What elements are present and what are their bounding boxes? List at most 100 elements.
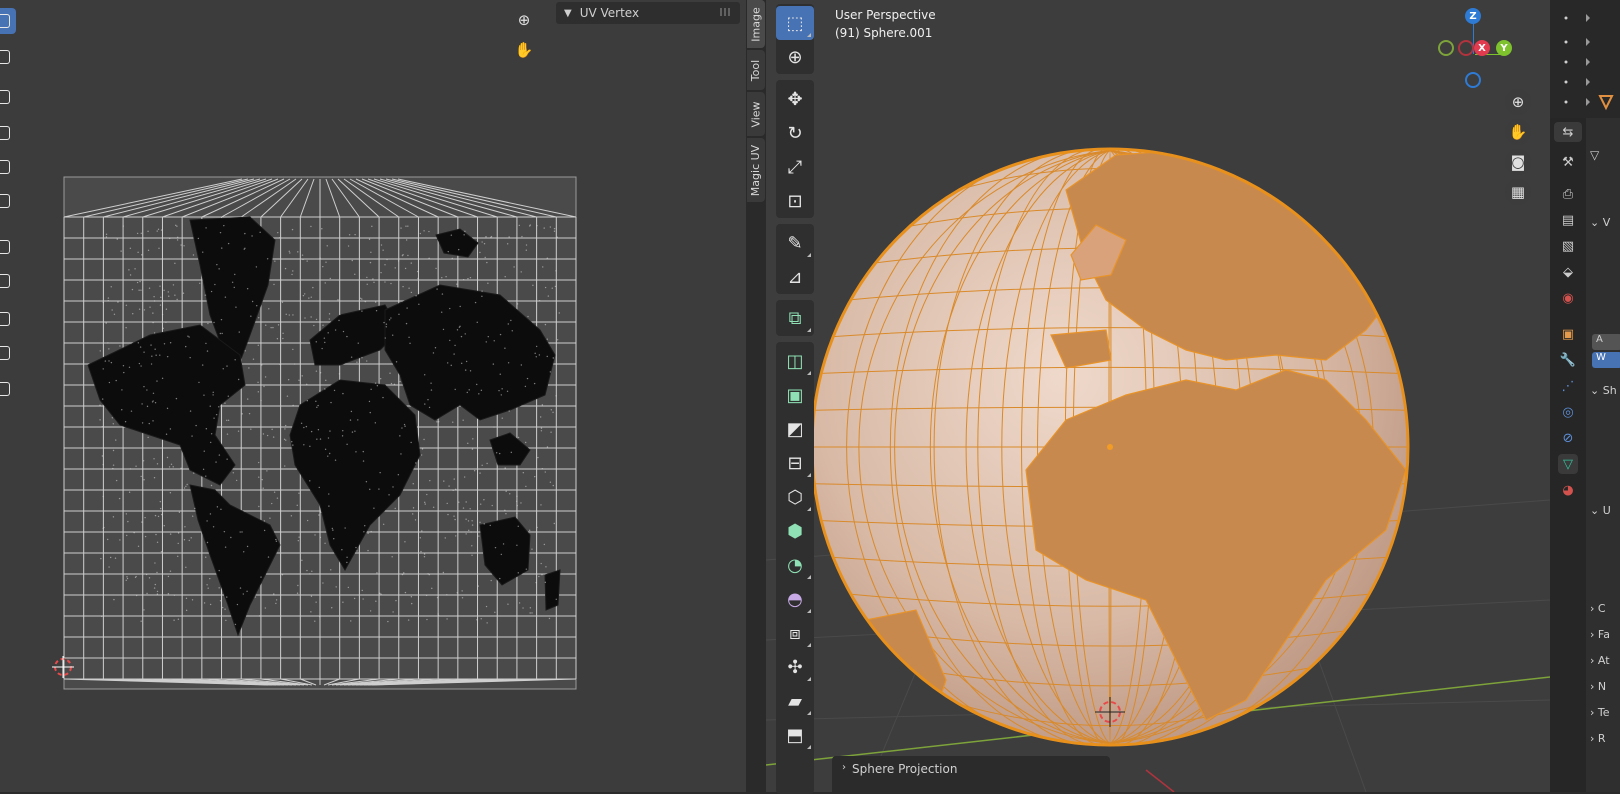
world-tab-icon[interactable]: ◉ <box>1558 288 1578 308</box>
move-tool[interactable] <box>0 84 16 110</box>
hand-icon[interactable]: ✋ <box>511 37 537 63</box>
camera-icon[interactable]: ◙ <box>1505 149 1531 175</box>
select-box-tool[interactable]: ⬚ <box>776 6 814 40</box>
rip-region-tool[interactable]: ⬒ <box>776 718 814 752</box>
uv-new-zealand <box>544 569 561 611</box>
section-shape-keys[interactable]: ⌄ Sh <box>1590 384 1617 397</box>
poly-build-tool[interactable]: ⬢ <box>776 514 814 548</box>
add-button[interactable]: A <box>1592 334 1620 350</box>
chevron-right-icon: › <box>1590 706 1598 719</box>
constraints-tab-icon[interactable]: ⊘ <box>1558 428 1578 448</box>
tab-tool-label: Tool <box>749 59 763 81</box>
particles-tab-icon[interactable]: ⋰ <box>1558 376 1578 396</box>
editor-type-icon[interactable]: ⇆ <box>1554 122 1582 142</box>
scene-tab-icon[interactable]: ⬙ <box>1558 262 1578 282</box>
measure-tool[interactable]: ⊿ <box>776 260 814 294</box>
tab-view[interactable]: View <box>747 92 765 136</box>
uv-2d-cursor-icon[interactable] <box>52 656 74 678</box>
grid-icon[interactable]: ▦ <box>1505 179 1531 205</box>
gizmo-neg-y-icon[interactable] <box>1438 40 1454 56</box>
last-operator-title: Sphere Projection <box>852 762 958 776</box>
drag-grip-icon[interactable] <box>720 8 732 16</box>
extrude-tool[interactable]: ◫ <box>776 344 814 378</box>
bevel-tool[interactable]: ◩ <box>776 412 814 446</box>
shear-tool[interactable]: ▰ <box>776 684 814 718</box>
render-tab-icon[interactable]: ⎙ <box>1558 184 1578 204</box>
gizmo-neg-x-icon[interactable] <box>1458 40 1474 56</box>
section-label: C <box>1597 602 1606 615</box>
gizmo-y-icon[interactable]: Y <box>1496 40 1512 56</box>
section-uv-maps[interactable]: ⌄ U <box>1590 504 1611 517</box>
viewport-scene <box>766 147 1550 792</box>
smooth-tool[interactable]: ◓ <box>776 582 814 616</box>
chevron-down-icon: ⌄ <box>1590 216 1603 229</box>
navigation-gizmo[interactable]: Z X Y <box>1434 8 1514 88</box>
tab-magic-uv[interactable]: Magic UV <box>747 138 765 202</box>
rip-tool[interactable] <box>0 376 16 402</box>
3d-viewport[interactable]: User Perspective (91) Sphere.001 Z X Y ⊕… <box>766 0 1550 792</box>
chevron-right-icon: › <box>1590 680 1598 693</box>
output-tab-icon[interactable]: ▤ <box>1558 210 1578 230</box>
inset-tool[interactable]: ▣ <box>776 378 814 412</box>
knife-tool[interactable]: ⬡ <box>776 480 814 514</box>
transform-tool[interactable] <box>0 188 16 214</box>
transform-tool[interactable]: ⊡ <box>776 184 814 218</box>
section-remesh[interactable]: › R <box>1590 732 1606 745</box>
chevron-down-icon: ⌄ <box>1590 384 1603 397</box>
zoom-icon[interactable]: ⊕ <box>1505 89 1531 115</box>
mesh-data-tab-icon[interactable]: ▽ <box>1558 454 1578 474</box>
section-face-maps[interactable]: › Fa <box>1590 628 1610 641</box>
grab-tool[interactable] <box>0 268 16 294</box>
cursor-tool[interactable] <box>0 44 16 70</box>
select-box-tool[interactable] <box>0 8 16 34</box>
gizmo-x-icon[interactable]: X <box>1474 40 1490 56</box>
rotate-tool[interactable]: ↻ <box>776 116 814 150</box>
hand-icon[interactable]: ✋ <box>1505 119 1531 145</box>
rotate-tool[interactable] <box>0 120 16 146</box>
view-layer-tab-icon[interactable]: ▧ <box>1558 236 1578 256</box>
gizmo-z-icon[interactable]: Z <box>1465 8 1481 24</box>
scale-tool[interactable] <box>0 154 16 180</box>
object-tab-icon[interactable]: ▣ <box>1558 324 1578 344</box>
uv-map-canvas[interactable] <box>40 165 600 705</box>
spin-tool[interactable]: ◔ <box>776 548 814 582</box>
add-cube-tool[interactable]: ⧉ <box>776 301 814 335</box>
section-color-attributes[interactable]: › C <box>1590 602 1606 615</box>
outliner[interactable] <box>1550 0 1620 118</box>
section-texture-space[interactable]: › Te <box>1590 706 1610 719</box>
relax-tool[interactable] <box>0 306 16 332</box>
physics-tab-icon[interactable]: ◎ <box>1558 402 1578 422</box>
edge-slide-tool[interactable]: ⧈ <box>776 616 814 650</box>
properties-panel: ▽ ⌄ V A W ⌄ Sh ⌄ U › C › Fa › At › N › T… <box>1586 118 1620 792</box>
section-vertex-groups[interactable]: ⌄ V <box>1590 216 1610 229</box>
loop-cut-tool[interactable]: ⊟ <box>776 446 814 480</box>
gizmo-neg-z-icon[interactable] <box>1465 72 1481 88</box>
last-operator-panel[interactable]: › Sphere Projection <box>832 756 1110 792</box>
tab-image-label: Image <box>749 6 763 42</box>
scale-tool[interactable]: ⤢ <box>776 150 814 184</box>
sidebar-tabs: Image Tool View Magic UV <box>746 0 766 792</box>
section-normals[interactable]: › N <box>1590 680 1606 693</box>
section-attributes[interactable]: › At <box>1590 654 1610 667</box>
uv-vertex-panel[interactable]: ▼ UV Vertex <box>556 2 740 24</box>
material-tab-icon[interactable]: ◕ <box>1558 480 1578 500</box>
move-tool[interactable]: ✥ <box>776 82 814 116</box>
tab-tool[interactable]: Tool <box>747 50 765 90</box>
modifiers-tab-icon[interactable]: 🔧 <box>1558 350 1578 370</box>
mesh-icon[interactable]: ▽ <box>1590 148 1599 162</box>
viewport-info: User Perspective (91) Sphere.001 <box>835 6 936 42</box>
tab-view-label: View <box>749 100 763 128</box>
active-button[interactable]: W <box>1592 352 1620 368</box>
object-origin <box>1107 444 1113 450</box>
annotate-tool[interactable] <box>0 234 16 260</box>
uv-editor[interactable]: ⊕ ✋ ▼ UV Vertex <box>0 0 746 792</box>
tool-tab-icon[interactable]: ⚒ <box>1558 152 1578 172</box>
annotate-tool[interactable]: ✎ <box>776 226 814 260</box>
tab-magic-uv-label: Magic UV <box>749 144 763 196</box>
zoom-icon[interactable]: ⊕ <box>511 7 537 33</box>
pinch-tool[interactable] <box>0 340 16 366</box>
shrink-fatten-tool[interactable]: ✣ <box>776 650 814 684</box>
tab-image[interactable]: Image <box>747 0 765 48</box>
section-label: N <box>1597 680 1607 693</box>
cursor-tool[interactable]: ⊕ <box>776 40 814 74</box>
